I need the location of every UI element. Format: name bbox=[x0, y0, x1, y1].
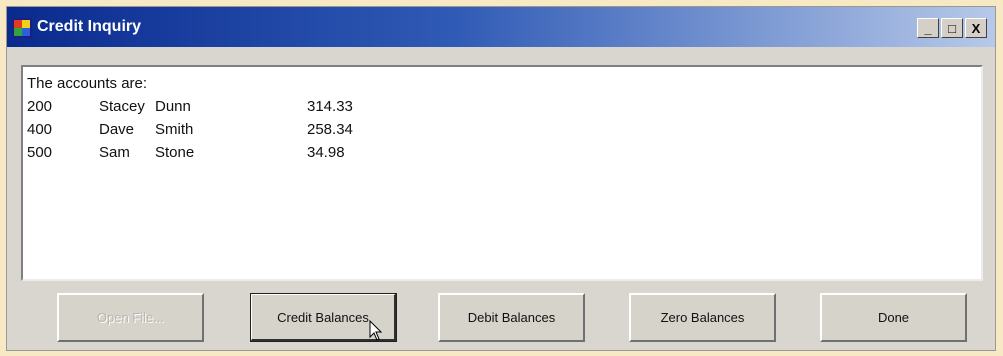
done-button[interactable]: Done bbox=[820, 293, 967, 342]
output-heading: The accounts are: bbox=[27, 75, 148, 92]
maximize-icon: □ bbox=[948, 20, 956, 36]
last-name: Dunn bbox=[155, 98, 191, 115]
zero-balances-button[interactable]: Zero Balances bbox=[629, 293, 776, 342]
last-name: Smith bbox=[155, 121, 194, 138]
account-row: 400 Dave Smith 258.34 bbox=[27, 118, 981, 141]
window-title: Credit Inquiry bbox=[37, 18, 142, 35]
minimize-button[interactable]: _ bbox=[917, 18, 939, 38]
accounts-output-textbox[interactable]: The accounts are: 200 Stacey Dunn 314.33… bbox=[21, 65, 983, 281]
balance: 258.34 bbox=[307, 121, 353, 138]
open-file-button[interactable]: Open File... bbox=[57, 293, 204, 342]
mouse-pointer-icon bbox=[369, 320, 383, 341]
minimize-icon: _ bbox=[924, 20, 932, 36]
zero-balances-label: Zero Balances bbox=[660, 310, 745, 325]
account-row: 200 Stacey Dunn 314.33 bbox=[27, 95, 981, 118]
window-controls: _ □ X bbox=[917, 18, 987, 38]
app-window-icon bbox=[12, 18, 32, 38]
close-icon: X bbox=[971, 20, 981, 36]
debit-balances-button[interactable]: Debit Balances bbox=[438, 293, 585, 342]
last-name: Stone bbox=[155, 144, 195, 161]
account-number: 500 bbox=[27, 144, 53, 161]
first-name: Dave bbox=[99, 121, 135, 138]
account-number: 200 bbox=[27, 98, 53, 115]
balance: 314.33 bbox=[307, 98, 353, 115]
balance: 34.98 bbox=[307, 144, 345, 161]
open-file-label: Open File... bbox=[96, 310, 165, 325]
done-label: Done bbox=[877, 310, 910, 325]
close-button[interactable]: X bbox=[965, 18, 987, 38]
account-number: 400 bbox=[27, 121, 53, 138]
debit-balances-label: Debit Balances bbox=[467, 310, 556, 325]
maximize-button[interactable]: □ bbox=[941, 18, 963, 38]
credit-inquiry-window: Credit Inquiry _ □ X The accounts are: 2… bbox=[6, 6, 996, 351]
account-row: 500 Sam Stone 34.98 bbox=[27, 141, 981, 164]
first-name: Stacey bbox=[99, 98, 145, 115]
credit-balances-label: Credit Balances bbox=[277, 309, 369, 325]
first-name: Sam bbox=[99, 144, 130, 161]
title-bar[interactable]: Credit Inquiry _ □ X bbox=[7, 7, 995, 47]
